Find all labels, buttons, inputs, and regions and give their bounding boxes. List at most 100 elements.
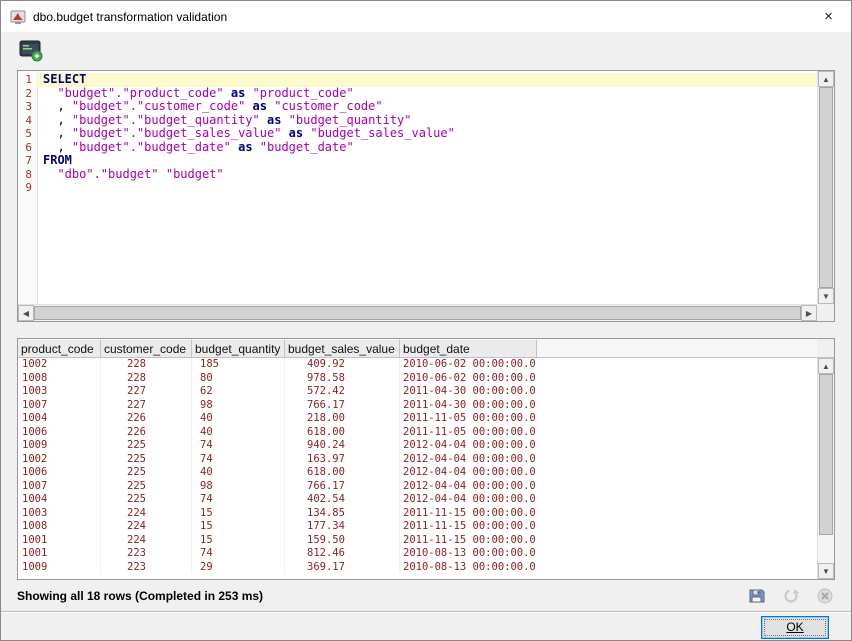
- table-cell: 402.54: [285, 493, 400, 507]
- line-number: 5: [18, 127, 37, 141]
- line-number: 2: [18, 87, 37, 101]
- table-cell: 159.50: [285, 534, 400, 548]
- spacer: [17, 322, 835, 338]
- scroll-up-button[interactable]: ▲: [818, 358, 834, 374]
- table-row[interactable]: 100422574402.542012-04-04 00:00:00.0: [18, 493, 817, 507]
- table-row[interactable]: 100822880978.582010-06-02 00:00:00.0: [18, 372, 817, 386]
- table-cell: 2012-04-04 00:00:00.0: [400, 480, 537, 494]
- left-arrow-icon: ◀: [23, 309, 29, 318]
- table-cell: 2012-04-04 00:00:00.0: [400, 453, 537, 467]
- table-cell: 227: [101, 399, 192, 413]
- scroll-down-button[interactable]: ▼: [818, 288, 834, 304]
- table-cell: 766.17: [285, 399, 400, 413]
- table-cell: 1001: [18, 547, 101, 561]
- table-cell: 98: [192, 399, 285, 413]
- line-number: 9: [18, 181, 37, 195]
- refresh-button[interactable]: [781, 586, 801, 606]
- scroll-track[interactable]: [34, 305, 801, 321]
- table-cell: 2011-11-05 00:00:00.0: [400, 426, 537, 440]
- column-header-customer_code[interactable]: customer_code: [101, 339, 192, 357]
- table-row[interactable]: 100122415159.502011-11-15 00:00:00.0: [18, 534, 817, 548]
- table-cell: 2011-11-15 00:00:00.0: [400, 520, 537, 534]
- table-row[interactable]: 100622640618.002011-11-05 00:00:00.0: [18, 426, 817, 440]
- sql-code: , "budget"."budget_sales_value" as "budg…: [37, 127, 817, 141]
- sql-script-add-icon[interactable]: [19, 40, 43, 67]
- table-cell: 1006: [18, 466, 101, 480]
- table-row[interactable]: 1002228185409.922010-06-02 00:00:00.0: [18, 358, 817, 372]
- toolbar: [1, 32, 851, 70]
- line-number: 6: [18, 141, 37, 155]
- table-row[interactable]: 100922574940.242012-04-04 00:00:00.0: [18, 439, 817, 453]
- table-row[interactable]: 100222574163.972012-04-04 00:00:00.0: [18, 453, 817, 467]
- table-cell: 2012-04-04 00:00:00.0: [400, 466, 537, 480]
- table-cell: 62: [192, 385, 285, 399]
- status-bar: Showing all 18 rows (Completed in 253 ms…: [17, 580, 835, 611]
- table-cell: 1008: [18, 520, 101, 534]
- line-number: 8: [18, 168, 37, 182]
- sql-code: SELECT: [37, 73, 817, 87]
- scroll-thumb[interactable]: [34, 306, 801, 320]
- table-cell: 98: [192, 480, 285, 494]
- sql-line: 2 "budget"."product_code" as "product_co…: [18, 87, 817, 101]
- table-row[interactable]: 100322762572.422011-04-30 00:00:00.0: [18, 385, 817, 399]
- table-cell: 225: [101, 439, 192, 453]
- table-vertical-scrollbar[interactable]: ▲ ▼: [817, 358, 834, 579]
- column-header-budget_date[interactable]: budget_date: [400, 339, 537, 357]
- table-row[interactable]: 100722598766.172012-04-04 00:00:00.0: [18, 480, 817, 494]
- table-cell: 15: [192, 507, 285, 521]
- table-cell: 1007: [18, 399, 101, 413]
- window-title: dbo.budget transformation validation: [33, 10, 227, 24]
- table-cell: 226: [101, 412, 192, 426]
- table-cell: 1002: [18, 358, 101, 372]
- table-header-row: product_codecustomer_codebudget_quantity…: [18, 339, 817, 358]
- results-table-pane: product_codecustomer_codebudget_quantity…: [17, 338, 835, 580]
- table-cell: 1004: [18, 412, 101, 426]
- scroll-track[interactable]: [818, 374, 834, 563]
- table-cell: 1003: [18, 385, 101, 399]
- scroll-right-button[interactable]: ▶: [801, 305, 817, 321]
- save-results-button[interactable]: [747, 586, 767, 606]
- scroll-up-button[interactable]: ▲: [818, 71, 834, 87]
- table-row[interactable]: 100622540618.002012-04-04 00:00:00.0: [18, 466, 817, 480]
- sql-code: "budget"."product_code" as "product_code…: [37, 87, 817, 101]
- table-row[interactable]: 100122374812.462010-08-13 00:00:00.0: [18, 547, 817, 561]
- line-number: 7: [18, 154, 37, 168]
- table-cell: 2011-11-05 00:00:00.0: [400, 412, 537, 426]
- sql-editor-pane: 1SELECT2 "budget"."product_code" as "pro…: [17, 70, 835, 322]
- column-header-budget_quantity[interactable]: budget_quantity: [192, 339, 285, 357]
- column-header-product_code[interactable]: product_code: [18, 339, 101, 357]
- table-cell: 2010-06-02 00:00:00.0: [400, 358, 537, 372]
- table-row[interactable]: 100722798766.172011-04-30 00:00:00.0: [18, 399, 817, 413]
- sql-vertical-scrollbar[interactable]: ▲ ▼: [817, 71, 834, 304]
- close-button[interactable]: ×: [806, 1, 851, 32]
- sql-code: [37, 181, 817, 195]
- table-cell: 223: [101, 561, 192, 575]
- sql-editor[interactable]: 1SELECT2 "budget"."product_code" as "pro…: [18, 71, 817, 304]
- scroll-down-button[interactable]: ▼: [818, 563, 834, 579]
- scroll-thumb[interactable]: [819, 87, 833, 288]
- table-cell: 940.24: [285, 439, 400, 453]
- table-cell: 29: [192, 561, 285, 575]
- table-row[interactable]: 100922329369.172010-08-13 00:00:00.0: [18, 561, 817, 575]
- table-cell: 1009: [18, 439, 101, 453]
- scroll-thumb[interactable]: [819, 374, 833, 535]
- right-arrow-icon: ▶: [806, 309, 812, 318]
- table-row[interactable]: 100322415134.852011-11-15 00:00:00.0: [18, 507, 817, 521]
- column-header-budget_sales_value[interactable]: budget_sales_value: [285, 339, 400, 357]
- table-cell: 15: [192, 534, 285, 548]
- ok-button[interactable]: OK: [761, 616, 829, 639]
- table-row[interactable]: 100822415177.342011-11-15 00:00:00.0: [18, 520, 817, 534]
- dialog-window: dbo.budget transformation validation × 1…: [0, 0, 852, 641]
- table-row[interactable]: 100422640218.002011-11-05 00:00:00.0: [18, 412, 817, 426]
- up-arrow-icon: ▲: [822, 362, 830, 371]
- table-cell: 2011-11-15 00:00:00.0: [400, 534, 537, 548]
- line-number: 4: [18, 114, 37, 128]
- scroll-track[interactable]: [818, 87, 834, 288]
- down-arrow-icon: ▼: [822, 292, 830, 301]
- sql-horizontal-scrollbar[interactable]: ◀ ▶: [18, 304, 817, 321]
- scroll-left-button[interactable]: ◀: [18, 305, 34, 321]
- sql-line: 7FROM: [18, 154, 817, 168]
- stop-button[interactable]: [815, 586, 835, 606]
- table-cell: 223: [101, 547, 192, 561]
- table-cell: 1008: [18, 372, 101, 386]
